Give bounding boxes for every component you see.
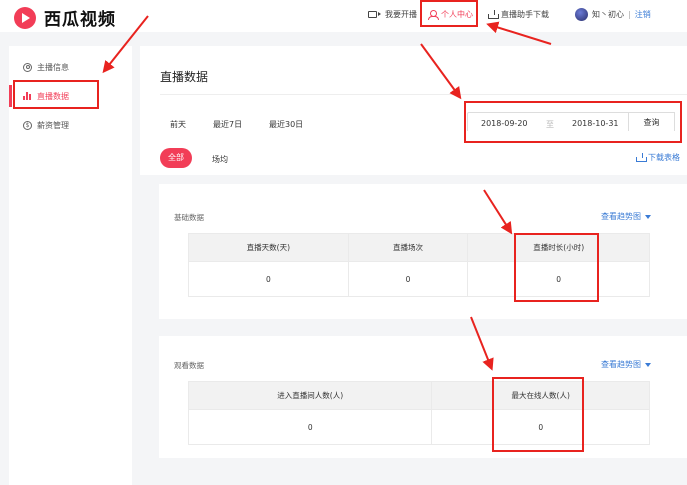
page-title: 直播数据	[160, 70, 209, 84]
nav-go-live[interactable]: 我要开播	[368, 9, 417, 20]
sidebar: 主播信息 直播数据 $ 薪资管理	[9, 46, 132, 485]
divider	[160, 94, 687, 95]
basic-data-label: 基础数据	[174, 213, 204, 222]
caret-down-icon	[645, 214, 651, 219]
table-header-cell: 直播场次	[347, 233, 469, 262]
table-header-cell: 进入直播间人数(人)	[187, 381, 433, 410]
avatar[interactable]	[575, 8, 588, 21]
annotation-box-live-duration	[514, 233, 599, 302]
sidebar-item-salary[interactable]: $ 薪资管理	[9, 114, 132, 136]
annotation-box-max-online	[492, 377, 584, 452]
logo-text: 西瓜视频	[44, 10, 116, 30]
basic-trend-link[interactable]: 查看趋势图	[601, 211, 651, 222]
range-tab-30-days[interactable]: 最近30日	[269, 119, 303, 130]
annotation-box-live-data	[13, 80, 99, 109]
user-name[interactable]: 知丶初心	[592, 9, 624, 20]
table-cell: 0	[188, 261, 349, 297]
range-tab-7-days[interactable]: 最近7日	[213, 119, 242, 130]
user-circle-icon	[23, 62, 32, 72]
download-icon	[488, 10, 499, 19]
annotation-box-personal-center	[420, 0, 478, 27]
watch-data-label: 观看数据	[174, 361, 204, 370]
table-cell: 0	[347, 261, 469, 297]
filter-per-session-button[interactable]: 场均	[212, 154, 228, 165]
nav-assistant-download[interactable]: 直播助手下载	[488, 9, 549, 20]
table-header-cell: 直播天数(天)	[188, 233, 349, 262]
user-menu: 知丶初心 | 注销	[575, 8, 651, 21]
active-indicator	[9, 85, 12, 107]
table-cell: 0	[187, 409, 433, 445]
dollar-icon: $	[23, 120, 32, 130]
top-header: 西瓜视频 我要开播 个人中心 直播助手下载 知丶初心 | 注销	[0, 0, 687, 32]
logo[interactable]: 西瓜视频	[14, 5, 116, 30]
annotation-box-date-range	[464, 101, 682, 143]
logout-link[interactable]: 注销	[635, 9, 651, 20]
sidebar-item-anchor-info[interactable]: 主播信息	[9, 56, 132, 78]
download-table-link[interactable]: 下载表格	[636, 152, 680, 163]
range-tab-day-before[interactable]: 前天	[170, 119, 186, 130]
video-camera-icon	[368, 11, 381, 18]
caret-down-icon	[645, 362, 651, 367]
play-logo-icon	[14, 6, 36, 29]
watch-trend-link[interactable]: 查看趋势图	[601, 359, 651, 370]
filter-all-button[interactable]: 全部	[160, 148, 192, 168]
download-icon	[636, 153, 647, 162]
